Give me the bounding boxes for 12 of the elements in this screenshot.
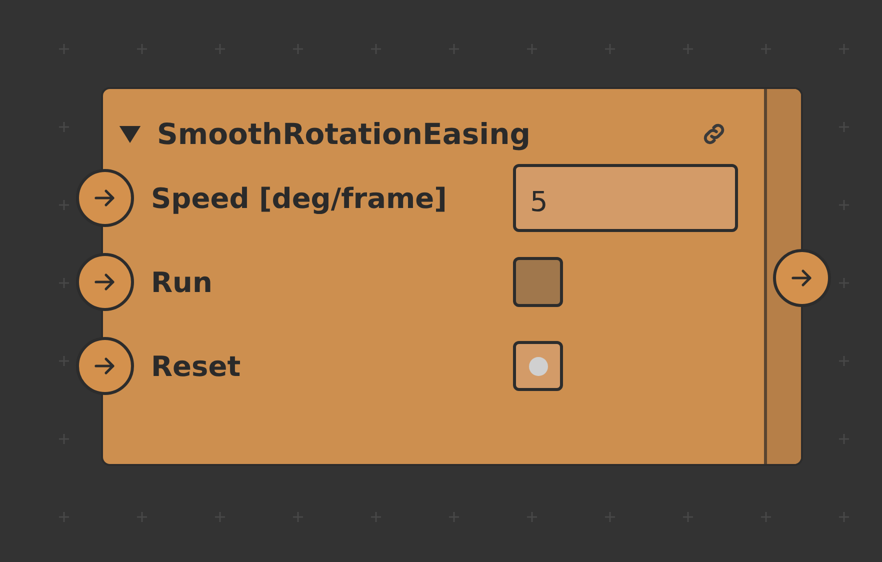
input-socket[interactable] <box>76 169 134 227</box>
input-label: Reset <box>151 350 242 382</box>
input-label: Run <box>151 266 214 298</box>
expand-toggle-icon[interactable] <box>119 126 141 142</box>
input-socket[interactable] <box>76 337 134 395</box>
number-field[interactable]: 5 <box>513 164 738 232</box>
node-title: SmoothRotationEasing <box>157 117 532 151</box>
input-socket[interactable] <box>76 253 134 311</box>
input-label: Speed [deg/frame] <box>151 182 448 214</box>
checkbox[interactable] <box>513 257 563 307</box>
trigger-button[interactable] <box>513 341 563 391</box>
output-socket[interactable] <box>773 249 831 307</box>
